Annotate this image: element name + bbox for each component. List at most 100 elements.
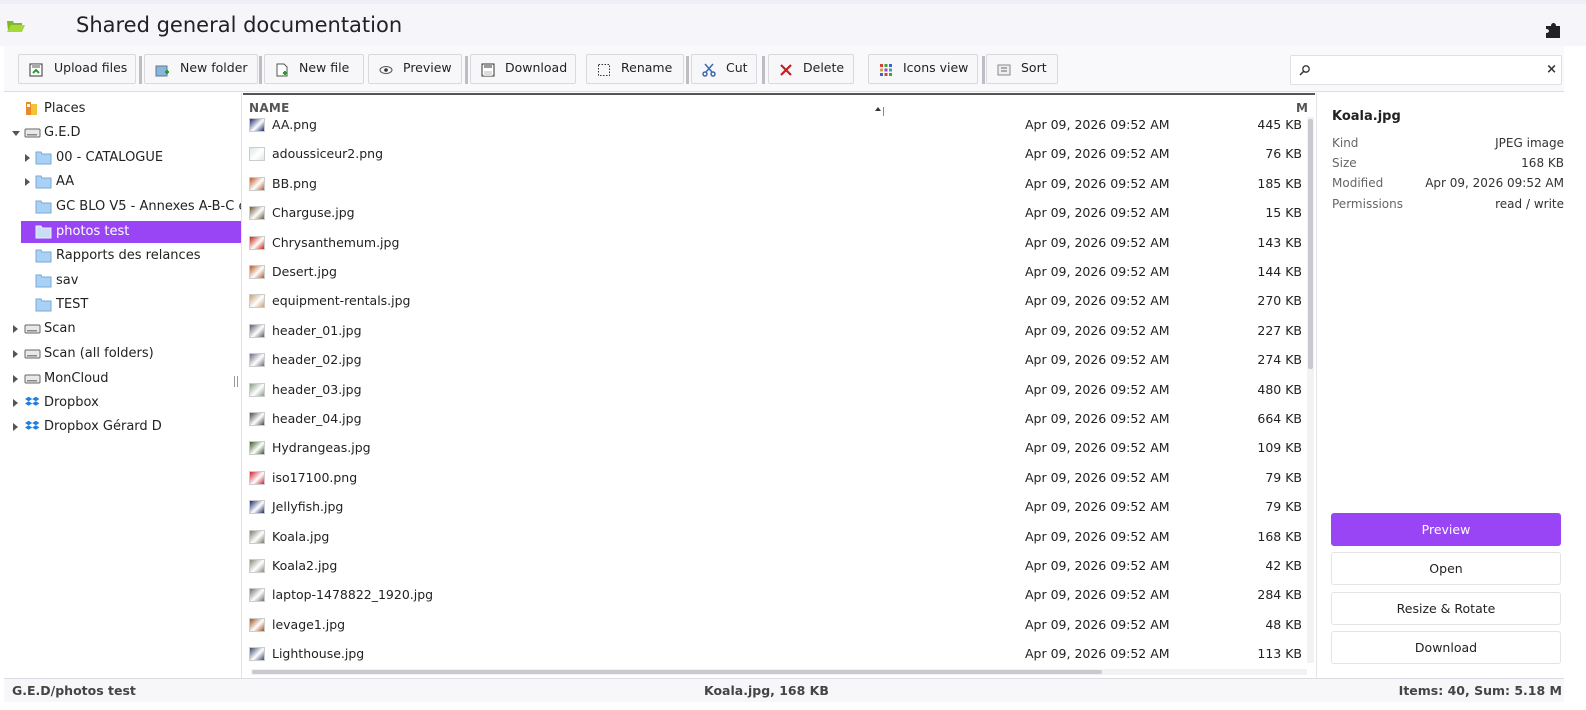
puzzle-icon[interactable] <box>1542 18 1564 40</box>
file-thumbnail <box>249 412 265 426</box>
download-action-button[interactable]: Download <box>1331 631 1561 664</box>
file-name: laptop-1478822_1920.jpg <box>272 587 434 603</box>
open-button[interactable]: Open <box>1331 552 1561 585</box>
rename-button[interactable]: Rename <box>586 54 684 84</box>
table-row[interactable]: Hydrangeas.jpg Apr 09, 2026 09:52 AM 109 K… <box>243 438 1303 467</box>
vertical-scrollbar[interactable] <box>1307 117 1314 663</box>
folder-tree: Places G.E.D 00 - CATALOGUE AA GC BLO V5… <box>4 93 242 678</box>
table-row[interactable]: header_03.jpg Apr 09, 2026 09:52 AM 480 KB <box>243 380 1303 409</box>
table-row[interactable]: Jellyfish.jpg Apr 09, 2026 09:52 AM 79 KB <box>243 497 1303 526</box>
preview-button[interactable]: Preview <box>368 54 462 84</box>
file-thumbnail <box>249 588 265 603</box>
file-size: 144 KB <box>1257 264 1302 279</box>
file-modified: Apr 09, 2026 09:52 AM <box>1025 440 1170 456</box>
file-size: 284 KB <box>1257 587 1302 603</box>
file-modified: Apr 09, 2026 09:52 AM <box>1025 558 1170 573</box>
delete-button[interactable]: Delete <box>768 54 854 84</box>
file-modified: Apr 09, 2026 09:52 AM <box>1025 499 1170 515</box>
file-thumbnail <box>249 235 265 250</box>
horizontal-scrollbar[interactable] <box>251 669 1307 675</box>
save-icon <box>481 63 495 77</box>
chevron-right-icon[interactable] <box>13 325 18 333</box>
file-thumbnail <box>249 382 265 397</box>
icons-view-button[interactable]: Icons view <box>868 54 978 84</box>
table-row[interactable]: Desert.jpg Apr 09, 2026 09:52 AM 144 KB <box>243 262 1303 291</box>
download-button[interactable]: Download <box>470 54 576 84</box>
chevron-right-icon[interactable] <box>25 154 30 162</box>
file-modified: Apr 09, 2026 09:52 AM <box>1025 175 1170 191</box>
table-row[interactable]: Charguse.jpg Apr 09, 2026 09:52 AM 15 KB <box>243 203 1303 232</box>
scrollbar-thumb[interactable] <box>1308 119 1313 369</box>
new-folder-button[interactable]: New folder <box>144 54 258 84</box>
chevron-right-icon[interactable] <box>25 178 30 186</box>
clear-search-button[interactable]: × <box>1546 62 1557 77</box>
table-row[interactable]: Chrysanthemum.jpg Apr 09, 2026 09:52 AM 14… <box>243 233 1303 262</box>
chevron-right-icon[interactable] <box>13 423 18 431</box>
chevron-down-icon[interactable] <box>12 131 20 136</box>
tree-item-test[interactable]: TEST <box>4 294 241 316</box>
drive-icon <box>24 128 41 138</box>
drive-icon <box>24 374 41 384</box>
search-input[interactable] <box>1315 60 1535 80</box>
folder-open-icon <box>7 21 25 32</box>
scrollbar-thumb[interactable] <box>252 670 1102 674</box>
file-name: adoussiceur2.png <box>272 146 384 162</box>
table-row[interactable]: iso17100.png Apr 09, 2026 09:52 AM 79 KB <box>243 468 1303 497</box>
tree-item-aa[interactable]: AA <box>4 171 241 193</box>
table-row[interactable]: laptop-1478822_1920.jpg Apr 09, 2026 09:5… <box>243 585 1303 614</box>
file-thumbnail <box>249 500 265 515</box>
file-size: 480 KB <box>1257 381 1302 397</box>
file-thumbnail <box>249 265 265 279</box>
file-name: header_04.jpg <box>272 411 362 426</box>
tree-item-dropbox-gerard[interactable]: Dropbox Gérard D <box>4 416 241 438</box>
new-file-button[interactable]: New file <box>264 54 364 84</box>
table-row[interactable]: equipment-rentals.jpg Apr 09, 2026 09:52 … <box>243 291 1303 320</box>
tree-item-ged[interactable]: G.E.D <box>4 122 241 144</box>
table-row[interactable]: adoussiceur2.png Apr 09, 2026 09:52 AM 76 … <box>243 144 1303 173</box>
file-size: 79 KB <box>1265 499 1302 515</box>
tree-item-places[interactable]: Places <box>4 98 241 120</box>
table-row[interactable]: levage1.jpg Apr 09, 2026 09:52 AM 48 KB <box>243 615 1303 644</box>
delete-icon <box>780 64 792 76</box>
table-row[interactable]: Koala.jpg Apr 09, 2026 09:52 AM 168 KB <box>243 527 1303 556</box>
column-header-name[interactable]: NAME <box>249 101 290 115</box>
tree-item-moncloud[interactable]: MonCloud <box>4 368 241 390</box>
table-row[interactable]: BB.png Apr 09, 2026 09:52 AM 185 KB <box>243 174 1303 203</box>
tree-item-sav[interactable]: sav <box>4 270 241 292</box>
file-name: AA.png <box>272 117 317 132</box>
table-row[interactable]: header_04.jpg Apr 09, 2026 09:52 AM 664 KB <box>243 409 1303 438</box>
table-row[interactable]: header_01.jpg Apr 09, 2026 09:52 AM 227 KB <box>243 321 1303 350</box>
chevron-right-icon[interactable] <box>13 375 18 383</box>
file-name: header_01.jpg <box>272 322 362 338</box>
tree-item-photos-test[interactable]: photos test <box>21 221 241 243</box>
status-selection: Koala.jpg, 168 KB <box>704 683 829 698</box>
places-icon <box>26 102 37 115</box>
file-modified: Apr 09, 2026 09:52 AM <box>1025 587 1170 603</box>
chevron-right-icon[interactable] <box>13 350 18 358</box>
toolbar-separator <box>982 56 985 84</box>
resize-rotate-button[interactable]: Resize & Rotate <box>1331 592 1561 625</box>
file-name: Chrysanthemum.jpg <box>272 234 400 250</box>
tree-item-scan-all[interactable]: Scan (all folders) <box>4 343 241 365</box>
chevron-right-icon[interactable] <box>13 399 18 407</box>
sort-button[interactable]: Sort <box>986 54 1058 84</box>
file-thumbnail <box>249 147 265 162</box>
upload-files-button[interactable]: Upload files <box>18 54 136 84</box>
tree-item-dropbox[interactable]: Dropbox <box>4 392 241 414</box>
cut-button[interactable]: Cut <box>691 54 757 84</box>
details-size: Size 168 KB <box>1332 156 1564 170</box>
splitter-handle[interactable] <box>234 376 238 387</box>
table-row[interactable]: AA.png Apr 09, 2026 09:52 AM 445 KB <box>243 115 1303 144</box>
tree-item-catalogue[interactable]: 00 - CATALOGUE <box>4 147 241 169</box>
tree-item-gc-blo[interactable]: GC BLO V5 - Annexes A-B-C e <box>4 196 241 218</box>
tree-item-rapports[interactable]: Rapports des relances <box>4 245 241 267</box>
tree-item-scan[interactable]: Scan <box>4 318 241 340</box>
file-modified: Apr 09, 2026 09:52 AM <box>1025 322 1170 338</box>
preview-action-button[interactable]: Preview <box>1331 513 1561 546</box>
table-row[interactable]: header_02.jpg Apr 09, 2026 09:52 AM 274 KB <box>243 350 1303 379</box>
rename-icon <box>598 64 610 76</box>
table-row[interactable]: Koala2.jpg Apr 09, 2026 09:52 AM 42 KB <box>243 556 1303 585</box>
file-name: BB.png <box>272 175 317 191</box>
column-header-modified[interactable]: M <box>1296 101 1308 115</box>
file-size: 664 KB <box>1257 411 1302 426</box>
